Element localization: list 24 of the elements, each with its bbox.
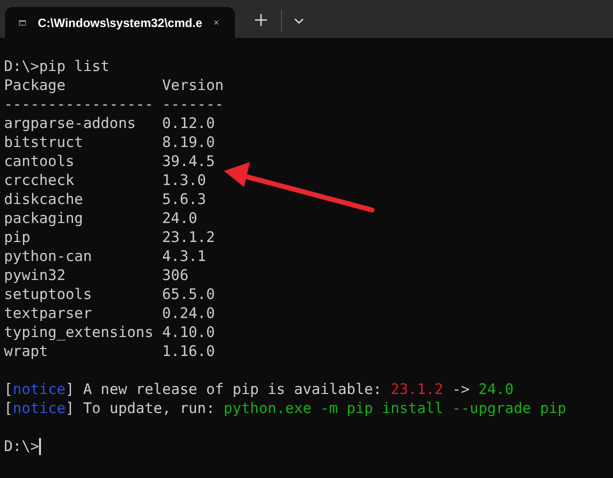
terminal-line: ----------------- ------- bbox=[4, 95, 224, 114]
terminal-line: diskcache 5.6.3 bbox=[4, 190, 206, 209]
terminal-line: textparser 0.24.0 bbox=[4, 304, 215, 323]
terminal-line: pip 23.1.2 bbox=[4, 228, 215, 247]
new-tab-icon[interactable] bbox=[255, 14, 267, 26]
terminal-line: python-can 4.3.1 bbox=[4, 247, 206, 266]
terminal-line: setuptools 65.5.0 bbox=[4, 285, 215, 304]
terminal-line: packaging 24.0 bbox=[4, 209, 198, 228]
terminal-line: [notice] A new release of pip is available: 23.1.2 -> 24.0 bbox=[4, 380, 514, 399]
tab-title: C:\Windows\system32\cmd.e bbox=[38, 16, 202, 30]
terminal-line: typing_extensions 4.10.0 bbox=[4, 323, 215, 342]
terminal-line: D:\>pip list bbox=[4, 57, 110, 76]
terminal-line: argparse-addons 0.12.0 bbox=[4, 114, 215, 133]
terminal-line: crccheck 1.3.0 bbox=[4, 171, 206, 190]
text-cursor bbox=[39, 438, 41, 455]
terminal-line: wrapt 1.16.0 bbox=[4, 342, 215, 361]
terminal-line: bitstruct 8.19.0 bbox=[4, 133, 215, 152]
terminal-line: Package Version bbox=[4, 76, 224, 95]
dropdown-caret-icon[interactable] bbox=[294, 18, 304, 24]
command-prompt: D:\> bbox=[4, 437, 40, 456]
terminal-tab[interactable]: C:\Windows\system32\cmd.e bbox=[5, 7, 235, 38]
terminal-line: cantools 39.4.5 bbox=[4, 152, 215, 171]
terminal-line: pywin32 306 bbox=[4, 266, 189, 285]
terminal-line: [notice] To update, run: python.exe -m pip install --upgrade pip bbox=[4, 399, 566, 418]
